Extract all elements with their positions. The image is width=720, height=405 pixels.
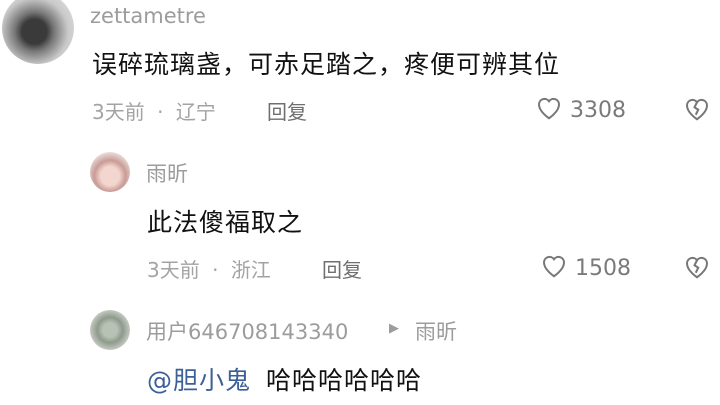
comment-username[interactable]: zettametre (90, 4, 206, 28)
broken-heart-icon (682, 98, 712, 126)
comment-text: 误碎琉璃盏，可赤足踏之，疼便可辨其位 (92, 50, 561, 79)
comment-text: @胆小鬼 哈哈哈哈哈哈 (147, 361, 422, 397)
reply-to-username[interactable]: 雨昕 (415, 316, 457, 346)
comment-username[interactable]: 用户646708143340 (146, 316, 348, 346)
avatar[interactable] (90, 310, 130, 350)
reply-button[interactable]: 回复 (267, 96, 307, 125)
heart-outline-icon (534, 93, 564, 127)
separator-dot: · (212, 258, 219, 282)
separator-dot: · (157, 100, 164, 124)
like-count: 1508 (575, 255, 631, 281)
comment-location: 辽宁 (175, 100, 216, 124)
comment-time: 3天前 (92, 100, 145, 124)
like-count: 3308 (570, 97, 626, 123)
avatar[interactable] (90, 152, 130, 192)
comment-meta: 3天前 · 辽宁 (92, 96, 216, 125)
like-button[interactable]: 1508 (539, 251, 631, 285)
reply-button[interactable]: 回复 (322, 254, 362, 283)
triangle-right-icon: ▶ (389, 321, 399, 336)
broken-heart-icon (682, 256, 712, 284)
comment-body: 哈哈哈哈哈哈 (265, 366, 422, 395)
comment-username[interactable]: 雨昕 (146, 158, 188, 188)
comment-text: 此法傻福取之 (147, 208, 304, 237)
comment-time: 3天前 (147, 258, 200, 282)
mention-link[interactable]: @胆小鬼 (147, 366, 251, 395)
avatar[interactable] (2, 0, 74, 64)
comment-meta: 3天前 · 浙江 (147, 254, 271, 283)
dislike-button[interactable] (682, 94, 712, 126)
like-button[interactable]: 3308 (534, 93, 626, 127)
heart-outline-icon (539, 251, 569, 285)
dislike-button[interactable] (682, 252, 712, 284)
comment-location: 浙江 (230, 258, 271, 282)
